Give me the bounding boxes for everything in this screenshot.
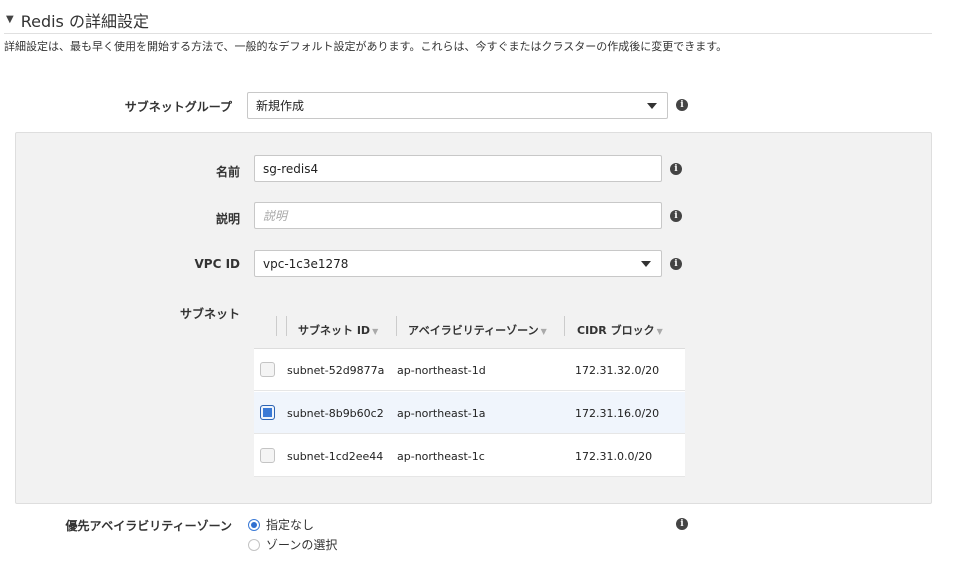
column-header-cidr[interactable]: CIDR ブロック ▼	[577, 322, 663, 338]
info-icon[interactable]: i	[670, 163, 682, 175]
row-checkbox[interactable]	[260, 405, 275, 420]
subnet-group-label: サブネットグループ	[124, 100, 232, 114]
subnet-id-cell: subnet-8b9b60c2	[287, 407, 384, 420]
sort-icon: ▼	[372, 327, 379, 336]
radio-no-preference[interactable]	[248, 519, 260, 531]
sort-icon: ▼	[656, 327, 663, 336]
column-header-az[interactable]: アベイラビリティーゾーン ▼	[408, 322, 547, 338]
subnet-table-header: サブネット ID ▼ アベイラビリティーゾーン ▼ CIDR ブロック ▼	[254, 304, 685, 349]
info-icon[interactable]: i	[670, 210, 682, 222]
column-separator	[286, 316, 287, 336]
az-cell: ap-northeast-1d	[397, 364, 486, 377]
description-input[interactable]	[254, 202, 662, 229]
subnet-table: サブネット ID ▼ アベイラビリティーゾーン ▼ CIDR ブロック ▼ subne…	[254, 304, 685, 477]
subnet-id-cell: subnet-52d9877a	[287, 364, 385, 377]
column-separator	[276, 316, 277, 336]
vpc-id-value: vpc-1c3e1278	[263, 256, 349, 271]
section-title: Redis の詳細設定	[20, 11, 149, 31]
chevron-down-icon	[647, 103, 657, 109]
cidr-cell: 172.31.16.0/20	[575, 407, 660, 420]
caret-down-icon[interactable]: ▼	[6, 14, 14, 25]
radio-select-zone-label[interactable]: ゾーンの選択	[266, 536, 337, 553]
az-cell: ap-northeast-1c	[397, 450, 485, 463]
column-separator	[564, 316, 565, 336]
table-row[interactable]: subnet-8b9b60c2 ap-northeast-1a 172.31.1…	[254, 392, 685, 434]
column-separator	[396, 316, 397, 336]
description-label: 説明	[215, 212, 240, 226]
cidr-cell: 172.31.32.0/20	[575, 364, 660, 377]
name-label: 名前	[215, 165, 240, 179]
row-checkbox[interactable]	[260, 448, 275, 463]
table-row[interactable]: subnet-1cd2ee44 ap-northeast-1c 172.31.0…	[254, 435, 685, 477]
vpc-id-select[interactable]: vpc-1c3e1278	[254, 250, 662, 277]
name-input[interactable]	[254, 155, 662, 182]
info-icon[interactable]: i	[676, 99, 688, 111]
subnet-label: サブネット	[179, 307, 240, 321]
table-row[interactable]: subnet-52d9877a ap-northeast-1d 172.31.3…	[254, 349, 685, 391]
info-icon[interactable]: i	[670, 258, 682, 270]
subnet-id-cell: subnet-1cd2ee44	[287, 450, 384, 463]
radio-select-zone[interactable]	[248, 539, 260, 551]
column-header-subnet-id[interactable]: サブネット ID ▼	[298, 322, 378, 338]
preferred-az-label: 優先アベイラビリティーゾーン	[65, 519, 232, 533]
info-icon[interactable]: i	[676, 518, 688, 530]
radio-no-preference-label[interactable]: 指定なし	[266, 516, 314, 533]
subnet-group-select[interactable]: 新規作成	[247, 92, 668, 119]
vpc-id-label: VPC ID	[194, 257, 241, 271]
chevron-down-icon	[641, 261, 651, 267]
section-description: 詳細設定は、最も早く使用を開始する方法で、一般的なデフォルト設定があります。これ…	[4, 40, 728, 53]
sort-icon: ▼	[540, 327, 547, 336]
az-cell: ap-northeast-1a	[397, 407, 486, 420]
subnet-group-value: 新規作成	[256, 99, 305, 113]
section-header[interactable]: ▼ Redis の詳細設定	[4, 6, 932, 34]
cidr-cell: 172.31.0.0/20	[575, 450, 653, 463]
row-checkbox[interactable]	[260, 362, 275, 377]
